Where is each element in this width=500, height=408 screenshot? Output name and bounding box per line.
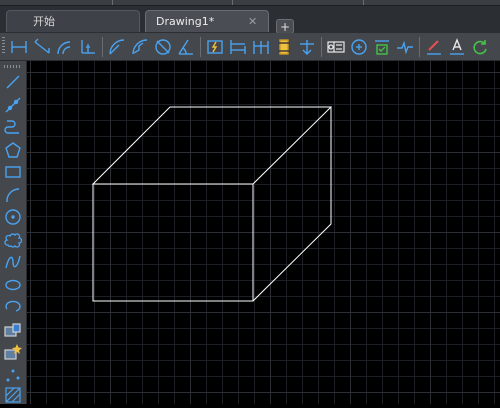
draw-toolbar [0, 61, 27, 404]
rectangle-icon[interactable] [4, 163, 22, 181]
make-block-icon[interactable] [4, 343, 22, 361]
toolbar-separator [419, 37, 420, 57]
dimension-edit-icon[interactable] [425, 38, 443, 56]
point-icon[interactable] [4, 366, 22, 384]
tab-drawing1-label: Drawing1* [156, 15, 215, 28]
quick-dimension-icon[interactable] [206, 38, 224, 56]
dimension-update-icon[interactable] [471, 38, 489, 56]
close-icon[interactable]: ✕ [248, 11, 257, 33]
tab-drawing1[interactable]: Drawing1* ✕ [145, 10, 269, 32]
toolbar-grip[interactable] [4, 65, 22, 68]
drawing-canvas[interactable] [27, 61, 500, 404]
arc-length-dimension-icon[interactable] [56, 38, 74, 56]
jogged-dimension-icon[interactable] [131, 38, 149, 56]
line-icon[interactable] [4, 73, 22, 91]
arc-icon[interactable] [4, 186, 22, 204]
dimension-break-icon[interactable] [298, 38, 316, 56]
diameter-dimension-icon[interactable] [154, 38, 172, 56]
polyline-icon[interactable] [4, 118, 22, 136]
circle-icon[interactable] [4, 208, 22, 226]
radius-dimension-icon[interactable] [108, 38, 126, 56]
toolbar-grip[interactable] [2, 37, 5, 55]
dimension-toolbar [0, 33, 500, 61]
construction-line-icon[interactable] [4, 96, 22, 114]
menu-separator [232, 0, 233, 5]
dimension-text-edit-icon[interactable] [448, 38, 466, 56]
canvas-viewport[interactable] [27, 61, 500, 404]
jogged-linear-icon[interactable] [396, 38, 414, 56]
ellipse-arc-icon[interactable] [4, 298, 22, 316]
hatch-icon[interactable] [4, 386, 22, 404]
menu-separator [112, 0, 113, 5]
dimension-space-icon[interactable] [275, 38, 293, 56]
inspection-icon[interactable] [373, 38, 391, 56]
polygon-icon[interactable] [4, 141, 22, 159]
aligned-dimension-icon[interactable] [33, 38, 51, 56]
insert-block-icon[interactable] [4, 321, 22, 339]
baseline-dimension-icon[interactable] [229, 38, 247, 56]
toolbar-separator [321, 37, 322, 57]
center-mark-icon[interactable] [350, 38, 368, 56]
ellipse-icon[interactable] [4, 276, 22, 294]
continue-dimension-icon[interactable] [252, 38, 270, 56]
revision-cloud-icon[interactable] [4, 231, 22, 249]
tab-home[interactable]: 开始 [6, 10, 140, 32]
spline-icon[interactable] [4, 253, 22, 271]
toolbar-separator [102, 37, 103, 57]
tolerance-icon[interactable] [327, 38, 345, 56]
document-tab-bar: 开始 Drawing1* ✕ + [0, 6, 500, 34]
new-tab-button[interactable]: + [276, 19, 294, 34]
ordinate-dimension-icon[interactable] [79, 38, 97, 56]
linear-dimension-icon[interactable] [10, 38, 28, 56]
tab-home-label: 开始 [33, 15, 55, 28]
angular-dimension-icon[interactable] [177, 38, 195, 56]
menu-separator [363, 0, 364, 5]
toolbar-separator [200, 37, 201, 57]
